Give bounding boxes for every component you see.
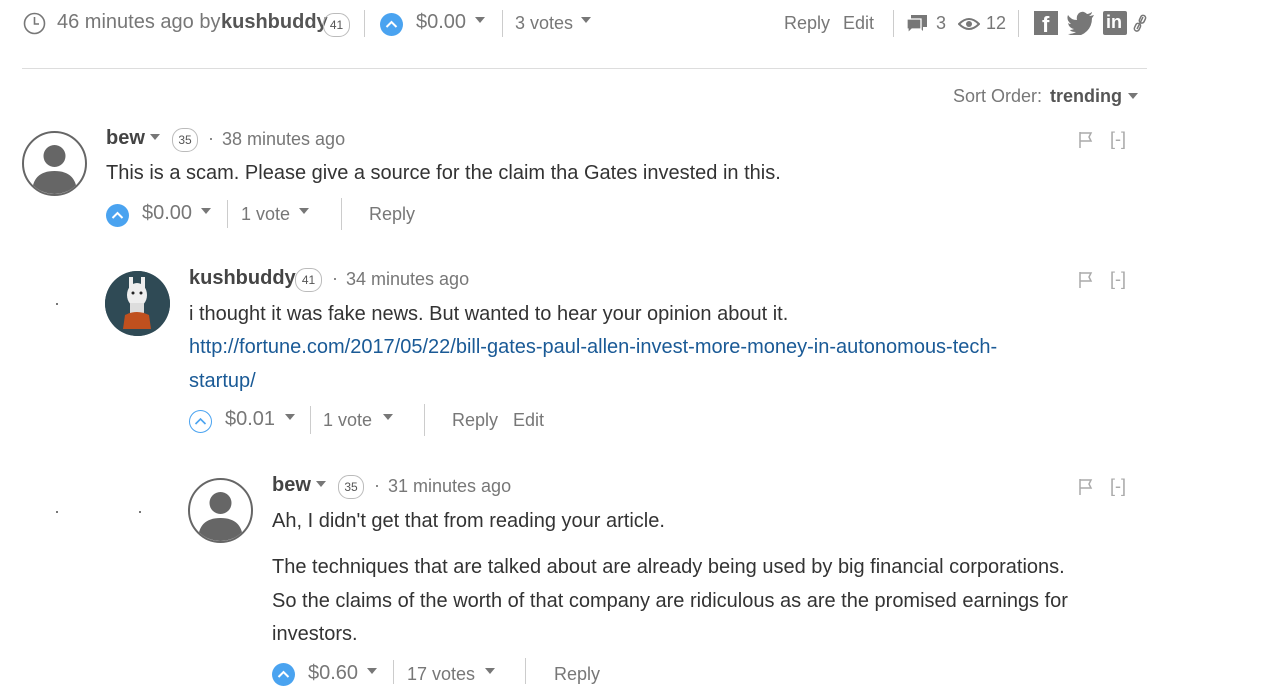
link-icon[interactable] (1132, 13, 1148, 33)
reply-link[interactable]: Reply (554, 664, 600, 685)
collapse-toggle[interactable]: [-] (1110, 269, 1126, 290)
upvote-button[interactable] (189, 410, 212, 433)
comment-body: This is a scam. Please give a source for… (106, 162, 781, 184)
payout-dropdown-caret[interactable] (367, 668, 377, 674)
comment-body: So the claims of the worth of that compa… (272, 590, 1068, 612)
comment-time[interactable]: 38 minutes ago (222, 129, 345, 150)
payout-dropdown-caret[interactable] (475, 17, 485, 23)
comment-votes[interactable]: 17 votes (407, 664, 475, 685)
reply-link[interactable]: Reply (452, 410, 498, 431)
upvote-button[interactable] (380, 13, 403, 36)
comment-body: Ah, I didn't get that from reading your … (272, 510, 665, 532)
author-reputation: 35 (338, 475, 364, 499)
comment-link[interactable]: http://fortune.com/2017/05/22/bill-gates… (189, 336, 997, 359)
comment-payout[interactable]: $0.60 (308, 662, 358, 685)
upvote-icon (111, 211, 124, 219)
comment-payout[interactable]: $0.01 (225, 408, 275, 431)
comment-time[interactable]: 34 minutes ago (346, 269, 469, 290)
linkedin-icon[interactable]: in (1103, 11, 1127, 35)
post-edit-link[interactable]: Edit (843, 13, 874, 34)
comment-body: investors. (272, 623, 358, 645)
flag-icon[interactable] (1078, 271, 1094, 289)
upvote-icon (277, 670, 290, 678)
thread-dot (56, 511, 58, 513)
comments-icon (906, 15, 927, 35)
votes-dropdown-caret[interactable] (485, 668, 495, 674)
post-reply-link[interactable]: Reply (784, 13, 830, 34)
upvote-icon (194, 417, 207, 425)
votes-dropdown-caret[interactable] (581, 17, 591, 23)
payout-dropdown-caret[interactable] (201, 208, 211, 214)
avatar[interactable] (22, 131, 87, 196)
author-reputation: 41 (323, 13, 350, 37)
avatar[interactable] (188, 478, 253, 543)
votes-dropdown-caret[interactable] (299, 208, 309, 214)
flag-icon[interactable] (1078, 478, 1094, 496)
comment-author[interactable]: bew (272, 474, 311, 497)
comment-link-continued[interactable]: startup/ (189, 370, 256, 393)
upvote-icon (385, 20, 398, 28)
author-dropdown-caret[interactable] (150, 134, 160, 140)
thread-dot (56, 303, 58, 305)
comment-author[interactable]: bew (106, 127, 145, 150)
sort-order-select[interactable]: trending (1050, 86, 1122, 107)
twitter-icon[interactable] (1067, 11, 1095, 35)
post-time: 46 minutes ago by (57, 11, 221, 33)
facebook-icon[interactable]: f (1034, 11, 1058, 37)
comment-body: i thought it was fake news. But wanted t… (189, 303, 789, 325)
collapse-toggle[interactable]: [-] (1110, 476, 1126, 497)
votes-dropdown-caret[interactable] (383, 414, 393, 420)
author-reputation: 35 (172, 128, 198, 152)
avatar[interactable] (105, 271, 170, 336)
post-payout[interactable]: $0.00 (416, 11, 466, 34)
llama-avatar-icon (105, 271, 170, 336)
payout-dropdown-caret[interactable] (285, 414, 295, 420)
clock-icon (23, 12, 46, 35)
post-votes[interactable]: 3 votes (515, 13, 573, 34)
comment-votes[interactable]: 1 vote (323, 410, 372, 431)
sort-order-label: Sort Order: (953, 86, 1043, 106)
post-author-link[interactable]: kushbuddy (221, 11, 328, 34)
author-reputation: 41 (295, 268, 322, 292)
eye-icon (958, 18, 980, 30)
comment-author[interactable]: kushbuddy (189, 267, 296, 290)
comment-time[interactable]: 31 minutes ago (388, 476, 511, 497)
comment-body: The techniques that are talked about are… (272, 556, 1065, 578)
author-dropdown-caret[interactable] (316, 481, 326, 487)
sort-dropdown-caret[interactable] (1128, 93, 1138, 99)
user-avatar-icon (32, 145, 77, 194)
comments-count: 3 (936, 13, 947, 33)
user-avatar-icon (198, 492, 243, 541)
reply-link[interactable]: Reply (369, 204, 415, 225)
edit-link[interactable]: Edit (513, 410, 544, 431)
upvote-button[interactable] (272, 663, 295, 686)
collapse-toggle[interactable]: [-] (1110, 129, 1126, 150)
flag-icon[interactable] (1078, 131, 1094, 149)
comment-payout[interactable]: $0.00 (142, 202, 192, 225)
upvote-button[interactable] (106, 204, 129, 227)
views-count: 12 (986, 13, 1007, 33)
comment-votes[interactable]: 1 vote (241, 204, 290, 225)
thread-dot (139, 511, 141, 513)
divider (22, 68, 1147, 69)
